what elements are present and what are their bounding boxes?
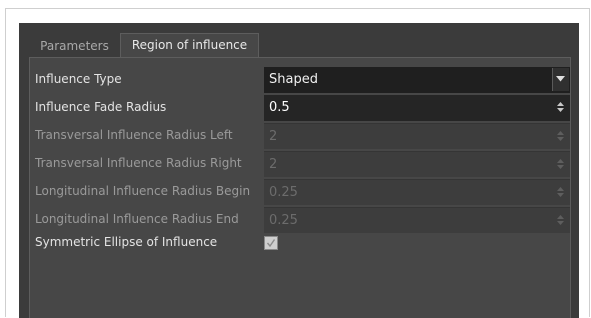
tab-region-of-influence[interactable]: Region of influence (120, 33, 259, 57)
tab-content: Influence Type Shaped Influence Fade Rad… (29, 57, 571, 318)
spin-updown-icon (557, 187, 564, 197)
row-longitudinal-radius-begin: Longitudinal Influence Radius Begin 0.25 (30, 177, 570, 205)
influence-fade-radius-value: 0.5 (269, 100, 290, 115)
symmetric-ellipse-checkbox[interactable] (264, 236, 278, 250)
screenshot-canvas: Parameters Region of influence Influence… (0, 0, 591, 318)
row-influence-type: Influence Type Shaped (30, 65, 570, 93)
row-transversal-radius-left: Transversal Influence Radius Left 2 (30, 121, 570, 149)
spin-updown-icon (557, 215, 564, 225)
longitudinal-radius-begin-label: Longitudinal Influence Radius Begin (35, 184, 251, 198)
longitudinal-radius-end-spin-buttons[interactable] (557, 208, 567, 232)
triangle-down-icon (556, 76, 565, 82)
influence-fade-radius-label: Influence Fade Radius (35, 100, 167, 114)
influence-fade-radius-spin-buttons[interactable] (557, 95, 567, 119)
influence-type-select[interactable]: Shaped (264, 67, 570, 93)
influence-type-dropdown-button[interactable] (552, 68, 569, 91)
transversal-radius-right-value: 2 (269, 157, 278, 172)
transversal-radius-right-label: Transversal Influence Radius Right (35, 156, 242, 170)
transversal-radius-right-spin-buttons[interactable] (557, 152, 567, 176)
transversal-radius-left-spin-buttons[interactable] (557, 124, 567, 148)
row-transversal-radius-right: Transversal Influence Radius Right 2 (30, 149, 570, 177)
transversal-radius-right-spinbox[interactable]: 2 (264, 151, 570, 177)
transversal-radius-left-label: Transversal Influence Radius Left (35, 128, 233, 142)
influence-fade-radius-spinbox[interactable]: 0.5 (264, 95, 570, 121)
row-longitudinal-radius-end: Longitudinal Influence Radius End 0.25 (30, 205, 570, 233)
longitudinal-radius-begin-value: 0.25 (269, 185, 298, 200)
tab-parameters-label: Parameters (40, 39, 109, 53)
tab-parameters[interactable]: Parameters (29, 36, 120, 57)
checkmark-icon (266, 239, 276, 248)
spin-updown-icon (557, 159, 564, 169)
symmetric-ellipse-label: Symmetric Ellipse of Influence (35, 235, 218, 249)
longitudinal-radius-end-value: 0.25 (269, 213, 298, 228)
row-influence-fade-radius: Influence Fade Radius 0.5 (30, 93, 570, 121)
longitudinal-radius-begin-spinbox[interactable]: 0.25 (264, 179, 570, 205)
properties-panel: Parameters Region of influence Influence… (19, 23, 579, 318)
spin-updown-icon (557, 102, 564, 112)
tab-region-of-influence-label: Region of influence (131, 38, 248, 52)
longitudinal-radius-begin-spin-buttons[interactable] (557, 180, 567, 204)
row-symmetric-ellipse: Symmetric Ellipse of Influence (30, 230, 570, 254)
transversal-radius-left-value: 2 (269, 129, 278, 144)
spin-updown-icon (557, 131, 564, 141)
longitudinal-radius-end-label: Longitudinal Influence Radius End (35, 212, 239, 226)
transversal-radius-left-spinbox[interactable]: 2 (264, 123, 570, 149)
influence-type-label: Influence Type (35, 72, 122, 86)
influence-type-value: Shaped (269, 72, 318, 87)
